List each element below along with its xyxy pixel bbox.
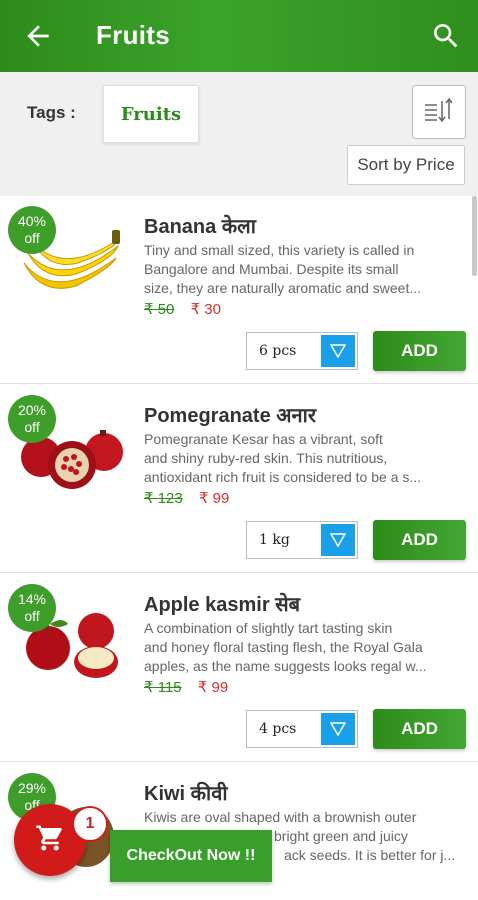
product-description: Tiny and small sized, this variety is ca…	[144, 242, 422, 296]
mrp-price: ₹ 115	[144, 679, 182, 696]
product-name: Apple kasmir सेब	[144, 594, 301, 616]
sale-price: ₹ 99	[197, 679, 229, 696]
quantity-select[interactable]: 4 pcs	[246, 710, 358, 748]
quantity-value: 1 kg	[259, 532, 290, 548]
product-name: Pomegranate अनार	[144, 405, 317, 427]
mrp-price: ₹ 123	[144, 490, 183, 507]
sort-by-price-button[interactable]: Sort by Price	[347, 145, 465, 185]
sort-ascending-icon	[422, 95, 456, 130]
arrow-left-icon[interactable]	[22, 20, 54, 52]
add-to-cart-button[interactable]: ADD	[373, 520, 466, 560]
tags-label: Tags :	[27, 103, 76, 122]
discount-badge: 14% off	[8, 584, 56, 632]
checkout-button[interactable]: CheckOut Now !!	[110, 830, 272, 882]
search-icon[interactable]	[430, 20, 462, 52]
discount-badge: 40% off	[8, 206, 56, 254]
app-bar: Fruits	[0, 0, 478, 72]
cart-count-badge: 1	[72, 806, 108, 842]
quantity-value: 4 pcs	[259, 721, 297, 737]
scrollbar-thumb[interactable]	[472, 196, 477, 276]
product-description: A combination of slightly tart tasting s…	[144, 620, 427, 674]
product-name: Kiwi कीवी	[144, 783, 228, 805]
quantity-select[interactable]: 1 kg	[246, 521, 358, 559]
page-title: Fruits	[96, 20, 171, 50]
sale-price: ₹ 30	[190, 301, 221, 318]
product-card-banana[interactable]: 40% off Banana केला Tiny and small sized…	[0, 196, 478, 384]
product-name: Banana केला	[144, 216, 256, 238]
product-description: Pomegranate Kesar has a vibrant, soft an…	[144, 431, 422, 485]
price-row: ₹ 115 ₹ 99	[144, 678, 228, 696]
price-row: ₹ 50 ₹ 30	[144, 300, 221, 318]
discount-badge: 20% off	[8, 395, 56, 443]
price-row: ₹ 123 ₹ 99	[144, 489, 229, 507]
cart-icon	[35, 823, 65, 858]
sale-price: ₹ 99	[198, 490, 230, 507]
tag-chip-fruits[interactable]: Fruits	[103, 85, 199, 143]
quantity-select[interactable]: 6 pcs	[246, 332, 358, 370]
dropdown-triangle-icon[interactable]	[321, 713, 355, 745]
product-card-apple[interactable]: 14% off Apple kasmir सेब A combination o…	[0, 574, 478, 762]
mrp-price: ₹ 50	[144, 301, 175, 318]
add-to-cart-button[interactable]: ADD	[373, 331, 466, 371]
sort-order-button[interactable]	[412, 85, 466, 139]
product-card-pomegranate[interactable]: 20% off Pomegranate अनार Pomegranate Kes…	[0, 385, 478, 573]
quantity-value: 6 pcs	[259, 343, 297, 359]
add-to-cart-button[interactable]: ADD	[373, 709, 466, 749]
dropdown-triangle-icon[interactable]	[321, 524, 355, 556]
dropdown-triangle-icon[interactable]	[321, 335, 355, 367]
